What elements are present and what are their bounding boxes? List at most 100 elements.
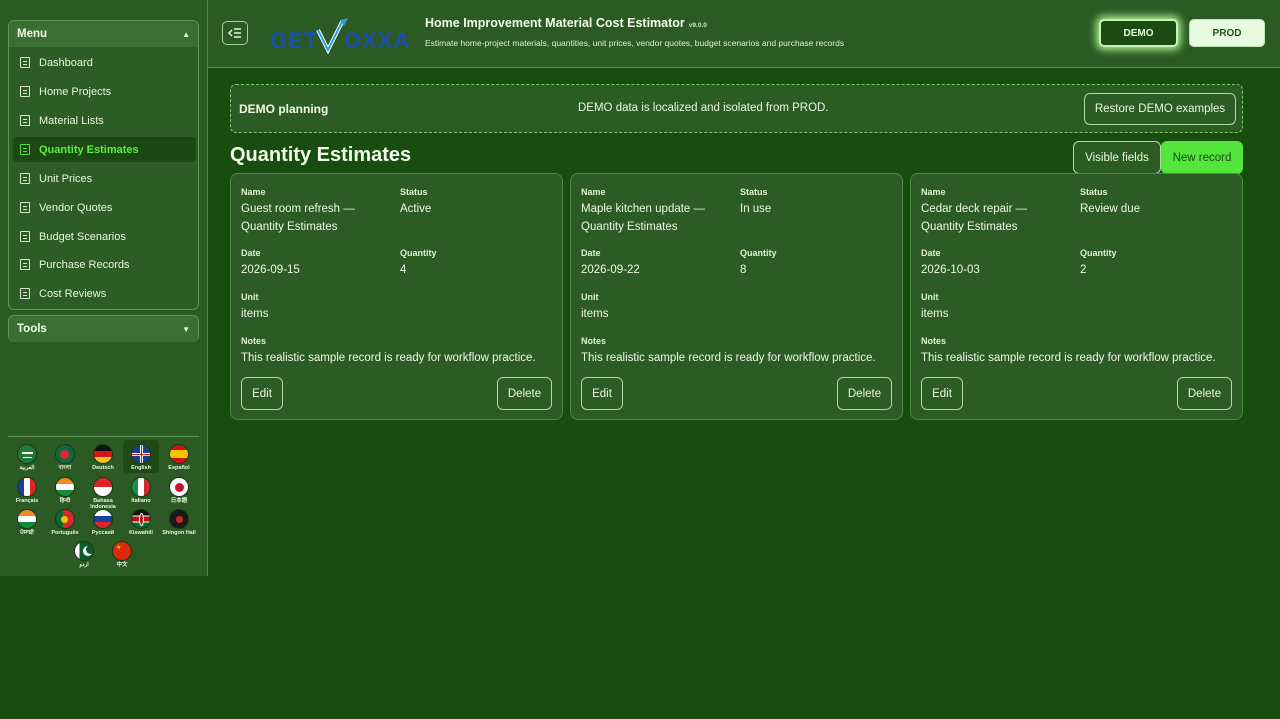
flag-kenya-icon xyxy=(131,509,151,529)
language-label: Русский xyxy=(91,530,115,536)
unit-label: Unit xyxy=(241,292,259,302)
sidebar-item-vendor-quotes[interactable]: Vendor Quotes xyxy=(13,195,196,220)
flag-uk-icon xyxy=(131,444,151,464)
sidebar-item-label: Vendor Quotes xyxy=(39,201,113,214)
quantity-label: Quantity xyxy=(400,248,437,258)
delete-button[interactable]: Delete xyxy=(497,377,552,410)
record-name: Cedar deck repair — Quantity Estimates xyxy=(921,203,1028,233)
sidebar-item-cost-reviews[interactable]: Cost Reviews xyxy=(13,281,196,306)
record-quantity: 4 xyxy=(400,264,407,276)
flag-bangladesh-icon xyxy=(55,444,75,464)
sidebar: Menu ▲ Dashboard Home Projects Material … xyxy=(0,0,208,576)
tools-header[interactable]: Tools ▼ xyxy=(9,316,198,342)
flag-shingon-icon xyxy=(169,509,189,529)
sidebar-item-label: Cost Reviews xyxy=(39,287,107,300)
flag-china-icon: ★ xyxy=(112,541,132,561)
language-label: Español xyxy=(168,465,190,471)
visible-fields-button[interactable]: Visible fields xyxy=(1073,141,1161,174)
menu-header[interactable]: Menu ▲ xyxy=(9,21,198,47)
notes-label: Notes xyxy=(921,336,947,346)
svg-text:GET: GET xyxy=(270,28,318,53)
language-spanish[interactable]: Español xyxy=(161,444,197,471)
language-chinese[interactable]: ★ 中文 xyxy=(104,541,140,568)
app-title: Home Improvement Material Cost Estimator… xyxy=(425,16,707,30)
language-swahili[interactable]: Kiswahili xyxy=(123,509,159,536)
language-german[interactable]: Deutsch xyxy=(85,444,121,471)
sidebar-item-label: Home Projects xyxy=(39,85,112,98)
unit-label: Unit xyxy=(921,292,939,302)
sidebar-item-unit-prices[interactable]: Unit Prices xyxy=(13,166,196,191)
banner-message: DEMO data is localized and isolated from… xyxy=(578,102,829,114)
language-label: ਪੰਜਾਬੀ xyxy=(20,530,34,536)
edit-button[interactable]: Edit xyxy=(241,377,283,410)
restore-demo-button[interactable]: Restore DEMO examples xyxy=(1084,93,1236,125)
language-label: Deutsch xyxy=(92,465,114,471)
banner-title: DEMO planning xyxy=(239,102,329,116)
record-card: Name Status Cedar deck repair — Quantity… xyxy=(910,173,1243,420)
sidebar-item-label: Dashboard xyxy=(39,56,93,69)
chevron-down-icon: ▼ xyxy=(182,324,190,334)
collapse-sidebar-button[interactable] xyxy=(222,21,248,45)
edit-button[interactable]: Edit xyxy=(921,377,963,410)
flag-portugal-icon xyxy=(55,509,75,529)
edit-button[interactable]: Edit xyxy=(581,377,623,410)
record-date: 2026-09-15 xyxy=(241,264,300,276)
record-status: In use xyxy=(740,203,772,215)
language-french[interactable]: Français xyxy=(9,477,45,504)
new-record-button[interactable]: New record xyxy=(1161,141,1243,174)
language-indonesian[interactable]: Bahasa Indonesia xyxy=(85,477,121,510)
record-name: Guest room refresh — Quantity Estimates xyxy=(241,203,355,233)
status-label: Status xyxy=(400,187,428,197)
flag-japan-icon xyxy=(169,477,189,497)
language-russian[interactable]: Русский xyxy=(85,509,121,536)
record-unit: items xyxy=(581,308,609,320)
list-icon xyxy=(20,144,30,155)
prod-button[interactable]: PROD xyxy=(1189,19,1265,47)
record-unit: items xyxy=(241,308,269,320)
language-shingon[interactable]: Shingon Hall xyxy=(161,509,197,536)
language-english[interactable]: English xyxy=(123,440,159,473)
sidebar-item-quantity-estimates[interactable]: Quantity Estimates xyxy=(13,137,196,162)
sidebar-item-purchase-records[interactable]: Purchase Records xyxy=(13,252,196,277)
language-label: اردو xyxy=(79,562,89,568)
language-arabic[interactable]: العربية xyxy=(9,444,45,471)
language-japanese[interactable]: 日本語 xyxy=(161,477,197,504)
language-urdu[interactable]: اردو xyxy=(66,541,102,568)
record-notes: This realistic sample record is ready fo… xyxy=(921,352,1216,364)
notes-label: Notes xyxy=(581,336,607,346)
sidebar-item-label: Unit Prices xyxy=(39,172,93,185)
record-notes: This realistic sample record is ready fo… xyxy=(241,352,536,364)
record-status: Review due xyxy=(1080,203,1141,215)
app-version: v9.0.0 xyxy=(688,22,707,29)
language-label: Shingon Hall xyxy=(162,530,196,536)
language-punjabi[interactable]: ਪੰਜਾਬੀ xyxy=(9,509,45,536)
record-quantity: 8 xyxy=(740,264,747,276)
sidebar-item-budget-scenarios[interactable]: Budget Scenarios xyxy=(13,224,196,249)
flag-india-punjabi-icon xyxy=(17,509,37,529)
language-label: हिन्दी xyxy=(59,498,71,504)
language-label: English xyxy=(131,465,151,471)
flag-pakistan-icon xyxy=(74,541,94,561)
delete-button[interactable]: Delete xyxy=(1177,377,1232,410)
brand-logo: GET OXXA xyxy=(268,16,413,56)
app-header: GET OXXA Home Improvement Material Cost … xyxy=(208,0,1280,68)
sidebar-item-dashboard[interactable]: Dashboard xyxy=(13,50,196,75)
name-label: Name xyxy=(921,187,946,197)
sidebar-item-home-projects[interactable]: Home Projects xyxy=(13,79,196,104)
language-hindi[interactable]: हिन्दी xyxy=(47,477,83,504)
language-portuguese[interactable]: Português xyxy=(47,509,83,536)
language-bangla[interactable]: বাংলা xyxy=(47,444,83,471)
quantity-label: Quantity xyxy=(740,248,777,258)
record-quantity: 2 xyxy=(1080,264,1087,276)
list-icon xyxy=(20,288,30,299)
sidebar-item-material-lists[interactable]: Material Lists xyxy=(13,108,196,133)
demo-button[interactable]: DEMO xyxy=(1099,19,1178,47)
sidebar-item-label: Budget Scenarios xyxy=(39,230,126,243)
language-italian[interactable]: Italiano xyxy=(123,477,159,504)
date-label: Date xyxy=(241,248,261,258)
record-name: Maple kitchen update — Quantity Estimate… xyxy=(581,203,706,233)
delete-button[interactable]: Delete xyxy=(837,377,892,410)
record-unit: items xyxy=(921,308,949,320)
tools-panel[interactable]: Tools ▼ xyxy=(8,315,199,342)
language-label: 中文 xyxy=(116,562,128,568)
